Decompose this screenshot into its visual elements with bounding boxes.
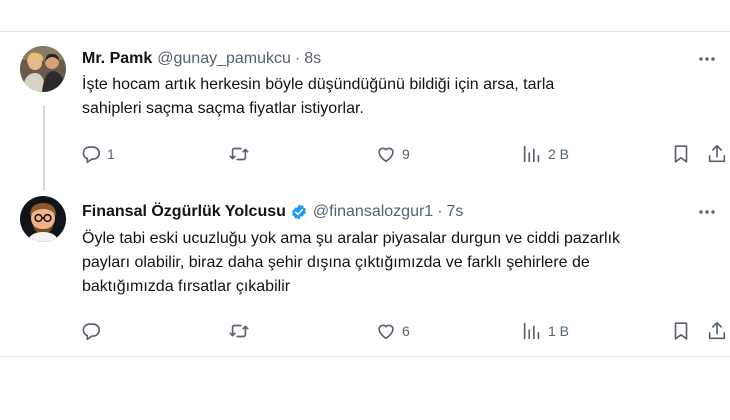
views-button[interactable]: 2 B (521, 141, 569, 167)
share-upload-icon (708, 144, 726, 163)
author-name[interactable]: Finansal Özgürlük Yolcusu (82, 203, 286, 221)
like-count: 9 (402, 146, 410, 162)
bookmark-icon (674, 322, 688, 340)
tweet-header: Mr. Pamk @gunay_pamukcu · 8s (82, 48, 321, 70)
action-bar: 1 9 2 B (80, 141, 730, 167)
timestamp[interactable]: 7s (447, 203, 464, 221)
author-name[interactable]: Mr. Pamk (82, 50, 152, 68)
heart-icon (378, 324, 394, 340)
avatar[interactable] (20, 46, 66, 92)
bookmark-button[interactable] (670, 141, 692, 167)
view-count: 2 B (548, 146, 570, 162)
bottom-divider (0, 356, 730, 357)
avatar[interactable] (20, 196, 66, 242)
tweet-text: Öyle tabi eski ucuzluğu yok ama şu arala… (82, 227, 722, 299)
timestamp[interactable]: 8s (304, 50, 321, 68)
share-upload-icon (708, 321, 726, 340)
bookmark-icon (674, 145, 688, 163)
verified-badge-icon (292, 204, 306, 220)
heart-icon (378, 147, 394, 163)
views-bars-icon (523, 145, 540, 163)
separator-dot: · (437, 203, 443, 220)
author-handle[interactable]: @gunay_pamukcu (157, 50, 291, 68)
retweet-arrows-icon (229, 324, 249, 338)
thread-connector-line (43, 106, 45, 190)
more-options-button[interactable] (696, 48, 718, 70)
author-handle[interactable]: @finansalozgur1 (313, 203, 433, 221)
like-button[interactable]: 9 (375, 141, 410, 167)
tweet-reply-2[interactable]: Finansal Özgürlük Yolcusu @finansalozgur… (0, 184, 730, 357)
tweet-text-line: baktığımızda fırsatlar çıkabilir (82, 278, 291, 295)
tweet-header: Finansal Özgürlük Yolcusu @finansalozgur… (82, 201, 463, 223)
tweet-reply-1[interactable]: Mr. Pamk @gunay_pamukcu · 8s İşte hocam … (0, 32, 730, 184)
more-dots-icon (699, 57, 715, 61)
action-bar: 6 1 B (80, 318, 730, 344)
more-options-button[interactable] (696, 201, 718, 223)
tweet-text-line: sahipleri saçma saçma fiyatlar istiyorla… (82, 100, 364, 117)
more-dots-icon (699, 210, 715, 214)
reply-button[interactable]: 1 (80, 141, 115, 167)
like-count: 6 (402, 323, 410, 339)
view-count: 1 B (548, 323, 570, 339)
bookmark-button[interactable] (670, 318, 692, 344)
reply-bubble-icon (82, 146, 101, 164)
tweet-text-line: İşte hocam artık herkesin böyle düşündüğ… (82, 76, 555, 93)
reply-button[interactable] (80, 318, 107, 344)
reply-count: 1 (107, 146, 115, 162)
reply-bubble-icon (82, 323, 101, 341)
verified-badge (290, 203, 308, 221)
tweet-text-line: Öyle tabi eski ucuzluğu yok ama şu arala… (82, 230, 621, 247)
views-bars-icon (523, 322, 540, 340)
tweet-text-line: payları olabilir, biraz daha şehir dışın… (82, 254, 590, 271)
retweet-arrows-icon (229, 147, 249, 161)
share-button[interactable] (706, 318, 728, 344)
share-button[interactable] (706, 141, 728, 167)
thread-view: Mr. Pamk @gunay_pamukcu · 8s İşte hocam … (0, 0, 730, 420)
retweet-button[interactable] (228, 318, 255, 344)
retweet-button[interactable] (228, 141, 255, 167)
like-button[interactable]: 6 (375, 318, 410, 344)
views-button[interactable]: 1 B (521, 318, 569, 344)
separator-dot: · (294, 50, 301, 67)
tweet-text: İşte hocam artık herkesin böyle düşündüğ… (82, 73, 722, 121)
